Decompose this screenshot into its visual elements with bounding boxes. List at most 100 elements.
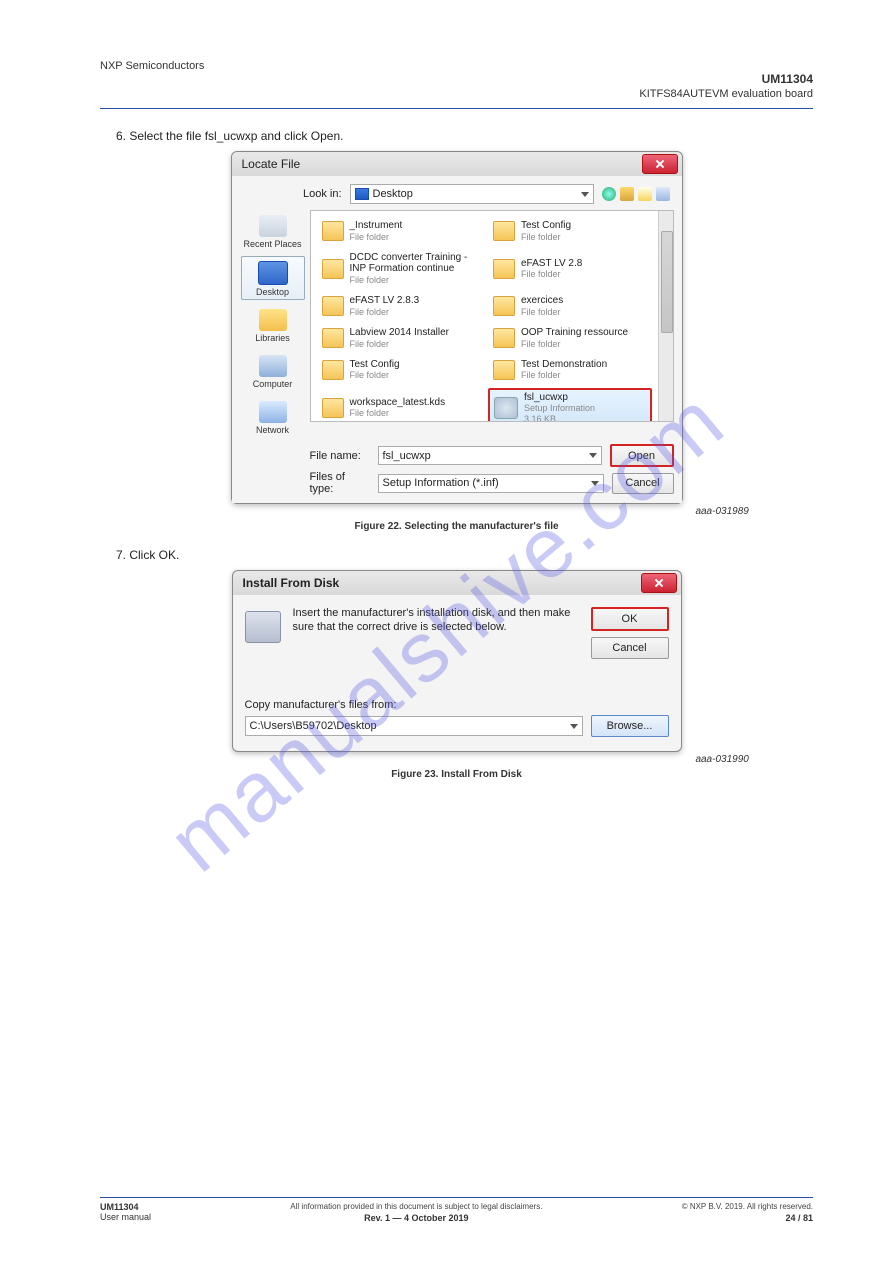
dialog-title: Install From Disk: [243, 576, 641, 590]
place-network[interactable]: Network: [241, 396, 305, 438]
place-recent[interactable]: Recent Places: [241, 210, 305, 252]
file-type: File folder: [521, 269, 582, 279]
folder-icon: [322, 398, 344, 418]
lookin-value: Desktop: [373, 188, 413, 200]
list-item[interactable]: Test ConfigFile folder: [488, 217, 652, 245]
folder-icon: [493, 328, 515, 348]
figure-code: aaa-031989: [164, 506, 749, 517]
list-item[interactable]: workspace_latest.kdsFile folder: [317, 388, 481, 422]
file-type: File folder: [350, 275, 476, 285]
step-6-text: 6. Select the file fsl_ucwxp and click O…: [116, 129, 813, 143]
list-item[interactable]: _InstrumentFile folder: [317, 217, 481, 245]
file-type: File folder: [521, 339, 628, 349]
file-name: fsl_ucwxp: [524, 392, 595, 404]
footer-left-sub: User manual: [100, 1212, 151, 1222]
list-item[interactable]: fsl_ucwxpSetup Information3.16 KB: [488, 388, 652, 422]
locate-file-dialog: Locate File Look in: Desktop: [231, 151, 683, 504]
chevron-down-icon: [589, 453, 597, 458]
list-item[interactable]: Test ConfigFile folder: [317, 356, 481, 384]
filename-input[interactable]: fsl_ucwxp: [378, 446, 602, 465]
back-icon[interactable]: [602, 187, 616, 201]
file-name: Test Config: [521, 220, 571, 232]
up-folder-icon[interactable]: [620, 187, 634, 201]
footer-copyright: © NXP B.V. 2019. All rights reserved.: [682, 1202, 813, 1211]
step-7-text: 7. Click OK.: [116, 548, 813, 562]
file-type: File folder: [521, 307, 563, 317]
doc-id: UM11304: [100, 72, 813, 86]
copy-from-label: Copy manufacturer's files from:: [245, 699, 669, 711]
file-name: Test Demonstration: [521, 359, 607, 371]
desktop-icon: [355, 188, 369, 200]
folder-icon: [322, 221, 344, 241]
places-bar: Recent Places Desktop Libraries Com: [240, 210, 306, 438]
place-computer[interactable]: Computer: [241, 350, 305, 392]
inf-file-icon: [494, 397, 518, 419]
dialog-titlebar[interactable]: Install From Disk: [233, 571, 681, 595]
folder-icon: [493, 296, 515, 316]
file-name: exercices: [521, 295, 563, 307]
file-name: Test Config: [350, 359, 400, 371]
filetype-combo[interactable]: Setup Information (*.inf): [378, 474, 604, 493]
ok-button[interactable]: OK: [591, 607, 669, 631]
scrollbar-thumb[interactable]: [661, 231, 673, 333]
browse-button[interactable]: Browse...: [591, 715, 669, 737]
close-button[interactable]: [642, 154, 678, 174]
cancel-button[interactable]: Cancel: [612, 473, 674, 494]
file-type: File folder: [350, 339, 450, 349]
divider: [100, 108, 813, 109]
folder-icon: [493, 221, 515, 241]
list-item[interactable]: DCDC converter Training - INP Formation …: [317, 249, 481, 288]
place-libraries[interactable]: Libraries: [241, 304, 305, 346]
folder-icon: [322, 259, 344, 279]
dialog-title: Locate File: [242, 157, 642, 171]
file-size: 3.16 KB: [524, 414, 595, 422]
filename-label: File name:: [310, 450, 370, 462]
file-name: Labview 2014 Installer: [350, 327, 450, 339]
folder-icon: [493, 259, 515, 279]
recent-places-icon: [259, 215, 287, 237]
company-name: NXP Semiconductors: [100, 60, 813, 72]
lookin-label: Look in:: [300, 188, 342, 200]
new-folder-icon[interactable]: [638, 187, 652, 201]
list-item[interactable]: eFAST LV 2.8File folder: [488, 249, 652, 288]
place-desktop[interactable]: Desktop: [241, 256, 305, 300]
chevron-down-icon: [581, 192, 589, 197]
install-instruction-text: Insert the manufacturer's installation d…: [293, 607, 579, 635]
filetype-label: Files of type:: [310, 471, 370, 495]
lookin-combo[interactable]: Desktop: [350, 184, 594, 204]
close-button[interactable]: [641, 573, 677, 593]
footer-disclaimer: All information provided in this documen…: [151, 1202, 682, 1211]
list-item[interactable]: eFAST LV 2.8.3File folder: [317, 292, 481, 320]
file-name: workspace_latest.kds: [350, 397, 446, 409]
figure-code: aaa-031990: [164, 754, 749, 765]
doc-title: KITFS84AUTEVM evaluation board: [100, 88, 813, 100]
computer-icon: [259, 355, 287, 377]
copy-from-combo[interactable]: C:\Users\B59702\Desktop: [245, 716, 583, 736]
chevron-down-icon: [591, 481, 599, 486]
cancel-button[interactable]: Cancel: [591, 637, 669, 659]
file-name: _Instrument: [350, 220, 403, 232]
file-name: OOP Training ressource: [521, 327, 628, 339]
libraries-icon: [259, 309, 287, 331]
folder-icon: [322, 296, 344, 316]
list-item[interactable]: Labview 2014 InstallerFile folder: [317, 324, 481, 352]
footer-page: 24 / 81: [682, 1213, 813, 1223]
file-name: eFAST LV 2.8.3: [350, 295, 420, 307]
list-item[interactable]: exercicesFile folder: [488, 292, 652, 320]
file-list[interactable]: _InstrumentFile folderTest ConfigFile fo…: [310, 210, 674, 422]
scrollbar[interactable]: [658, 211, 673, 421]
figure-22-caption: Figure 22. Selecting the manufacturer's …: [100, 521, 813, 532]
list-item[interactable]: Test DemonstrationFile folder: [488, 356, 652, 384]
view-menu-icon[interactable]: [656, 187, 670, 201]
file-name: eFAST LV 2.8: [521, 258, 582, 270]
folder-icon: [493, 360, 515, 380]
list-item[interactable]: OOP Training ressourceFile folder: [488, 324, 652, 352]
divider: [100, 1197, 813, 1198]
file-type: File folder: [350, 232, 403, 242]
open-button[interactable]: Open: [610, 444, 674, 467]
page-footer: UM11304 User manual All information prov…: [100, 1202, 813, 1223]
chevron-down-icon: [570, 724, 578, 729]
dialog-titlebar[interactable]: Locate File: [232, 152, 682, 176]
close-icon: [654, 578, 664, 588]
file-type: File folder: [521, 232, 571, 242]
